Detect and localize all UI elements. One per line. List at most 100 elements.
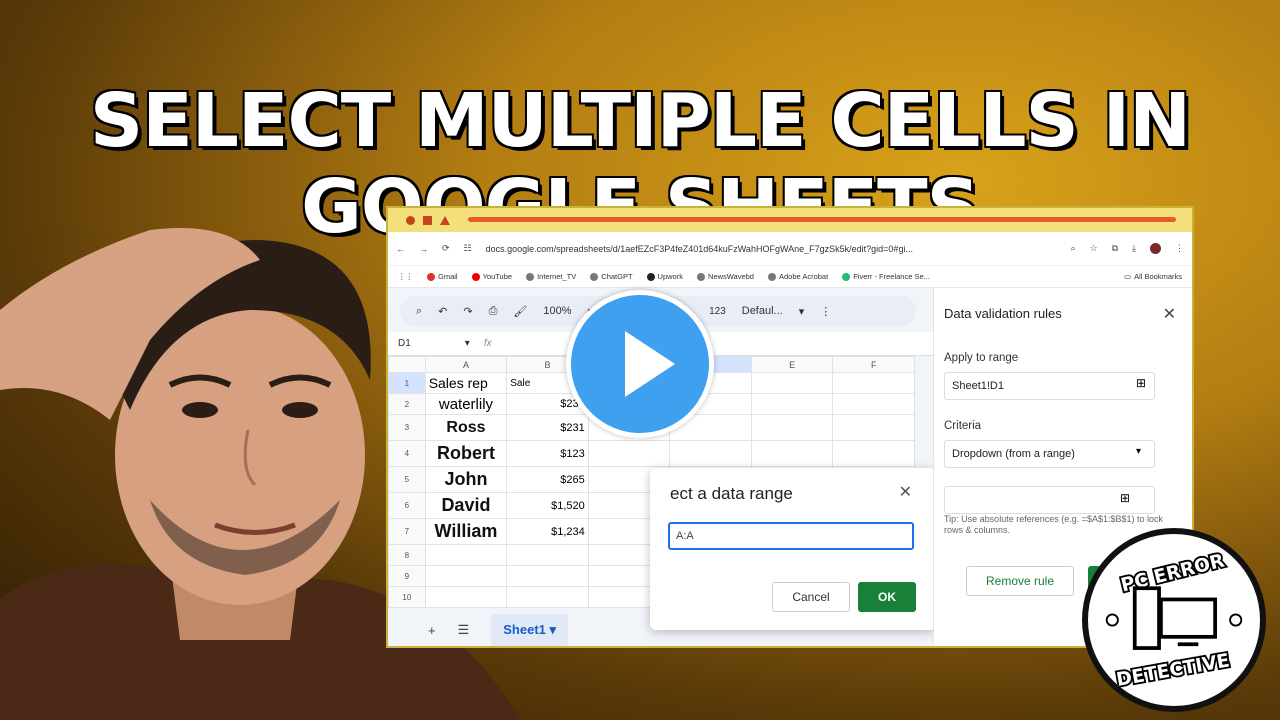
apps-icon[interactable]: ⋮⋮	[398, 272, 413, 281]
zoom-icon[interactable]: ⌕	[1070, 243, 1075, 254]
cell-b3[interactable]: $231	[506, 414, 589, 441]
square-icon	[423, 215, 432, 225]
extensions-icon[interactable]: ⧉	[1112, 243, 1118, 254]
cell[interactable]	[506, 586, 589, 608]
row-number[interactable]: 10	[388, 586, 426, 608]
cell[interactable]	[669, 440, 752, 467]
chevron-down-icon[interactable]: ▾	[799, 305, 805, 318]
cell[interactable]	[424, 544, 508, 566]
cell-b7[interactable]: $1,234	[506, 518, 589, 545]
grid-icon[interactable]: ⊞	[1120, 491, 1130, 505]
cell-b4[interactable]: $123	[506, 440, 589, 467]
bookmarks-bar: ⋮⋮ Gmail YouTube Internet_TV ChatGPT Upw…	[388, 266, 1192, 288]
cell[interactable]	[750, 440, 834, 467]
close-icon[interactable]: ✕	[1163, 304, 1176, 324]
remove-rule-button[interactable]: Remove rule	[966, 566, 1074, 596]
row-number[interactable]: 5	[388, 466, 426, 493]
range-input[interactable]: A:A	[668, 522, 914, 550]
tab-sheet1[interactable]: Sheet1 ▾	[491, 614, 569, 646]
cell[interactable]	[750, 393, 834, 415]
select-range-dialog: ect a data range ✕ A:A Cancel OK	[650, 468, 936, 630]
site-info-icon[interactable]: ☷	[464, 243, 472, 254]
ok-button[interactable]: OK	[858, 582, 916, 612]
decorative-bar	[468, 217, 1176, 222]
font-select[interactable]: Defaul...	[742, 305, 783, 317]
cell-a7[interactable]: William	[424, 518, 508, 545]
cell-a2[interactable]: waterlily	[424, 393, 508, 415]
name-box[interactable]: D1	[398, 338, 411, 349]
url-field[interactable]: docs.google.com/spreadsheets/d/1aefEZcF3…	[486, 244, 1057, 254]
cancel-button[interactable]: Cancel	[772, 582, 850, 612]
download-icon[interactable]: ⤓	[1132, 243, 1136, 254]
search-icon[interactable]: ⌕	[416, 305, 422, 318]
bookmark-adobe[interactable]: Adobe Acrobat	[767, 272, 828, 281]
chevron-down-icon[interactable]: ▾	[1136, 446, 1141, 457]
column-header-f[interactable]: F	[832, 356, 915, 373]
play-icon[interactable]	[566, 290, 714, 438]
row-number[interactable]: 2	[388, 393, 426, 415]
cell[interactable]	[506, 544, 589, 566]
redo-icon[interactable]: ↷	[463, 305, 472, 318]
cell[interactable]	[506, 565, 589, 587]
bookmark-youtube[interactable]: YouTube	[471, 272, 512, 281]
cell[interactable]	[832, 372, 915, 394]
cell[interactable]	[424, 586, 508, 608]
cell-a3[interactable]: Ross	[424, 414, 508, 441]
dialog-title: ect a data range	[670, 484, 793, 503]
cell[interactable]	[832, 393, 915, 415]
cell-b6[interactable]: $1,520	[506, 492, 589, 519]
browser-window: ← → ⟳ ☷ docs.google.com/spreadsheets/d/1…	[386, 206, 1194, 648]
number-format-button[interactable]: 123	[709, 306, 726, 317]
chevron-down-icon[interactable]: ▾	[465, 338, 470, 349]
cell-a4[interactable]: Robert	[424, 440, 508, 467]
cell[interactable]	[587, 440, 671, 467]
reload-icon[interactable]: ⟳	[442, 243, 450, 254]
column-header-e[interactable]: E	[750, 356, 834, 373]
back-icon[interactable]: ←	[396, 244, 405, 254]
star-icon[interactable]: ☆	[1090, 243, 1098, 254]
cell[interactable]	[832, 414, 915, 441]
cell[interactable]	[750, 372, 834, 394]
criteria-select[interactable]: Dropdown (from a range)	[944, 440, 1155, 468]
forward-icon[interactable]: →	[419, 244, 428, 254]
apply-range-field[interactable]: Sheet1!D1	[944, 372, 1155, 400]
criteria-label: Criteria	[944, 420, 982, 432]
row-number[interactable]: 6	[388, 492, 426, 519]
cell[interactable]	[424, 565, 508, 587]
row-number[interactable]: 1	[388, 372, 426, 394]
bookmark-gmail[interactable]: Gmail	[427, 272, 458, 281]
cell-a6[interactable]: David	[424, 492, 508, 519]
close-icon[interactable]: ✕	[899, 482, 912, 502]
add-sheet-icon[interactable]: +	[428, 623, 436, 638]
undo-icon[interactable]: ↶	[438, 305, 447, 318]
column-header-a[interactable]: A	[424, 356, 508, 373]
profile-icon[interactable]	[1150, 243, 1161, 254]
zoom-select[interactable]: 100%	[543, 305, 571, 317]
row-number[interactable]: 9	[388, 565, 426, 587]
row-number[interactable]: 7	[388, 518, 426, 545]
row-number[interactable]: 8	[388, 544, 426, 566]
cell-a5[interactable]: John	[424, 466, 508, 493]
cell[interactable]	[750, 414, 834, 441]
grid-icon[interactable]: ⊞	[1136, 376, 1146, 390]
bookmark-internet-tv[interactable]: Internet_TV	[526, 272, 576, 281]
bookmark-chatgpt[interactable]: ChatGPT	[590, 272, 633, 281]
cell-b5[interactable]: $265	[506, 466, 589, 493]
all-bookmarks[interactable]: ▭ All Bookmarks	[1124, 272, 1182, 281]
cell-a1[interactable]: Sales rep	[424, 372, 508, 394]
bookmark-upwork[interactable]: Upwork	[646, 272, 683, 281]
triangle-icon	[440, 215, 450, 225]
bookmark-fiverr[interactable]: Fiverr - Freelance Se...	[842, 272, 930, 281]
print-icon[interactable]: ⎙	[489, 305, 498, 318]
cell[interactable]	[832, 440, 915, 467]
fx-icon: fx	[483, 338, 492, 349]
bookmark-newswavebd[interactable]: NewsWavebd	[696, 272, 754, 281]
all-sheets-icon[interactable]: ☰	[458, 622, 470, 638]
corner-cell[interactable]	[388, 356, 426, 373]
row-number[interactable]: 3	[388, 414, 426, 441]
more-icon[interactable]: ⋮	[820, 305, 831, 318]
menu-icon[interactable]: ⋮	[1175, 243, 1184, 254]
row-number[interactable]: 4	[388, 440, 426, 467]
paint-format-icon[interactable]: 🖌	[513, 305, 527, 318]
thumbnail-frame-bar	[388, 208, 1192, 232]
